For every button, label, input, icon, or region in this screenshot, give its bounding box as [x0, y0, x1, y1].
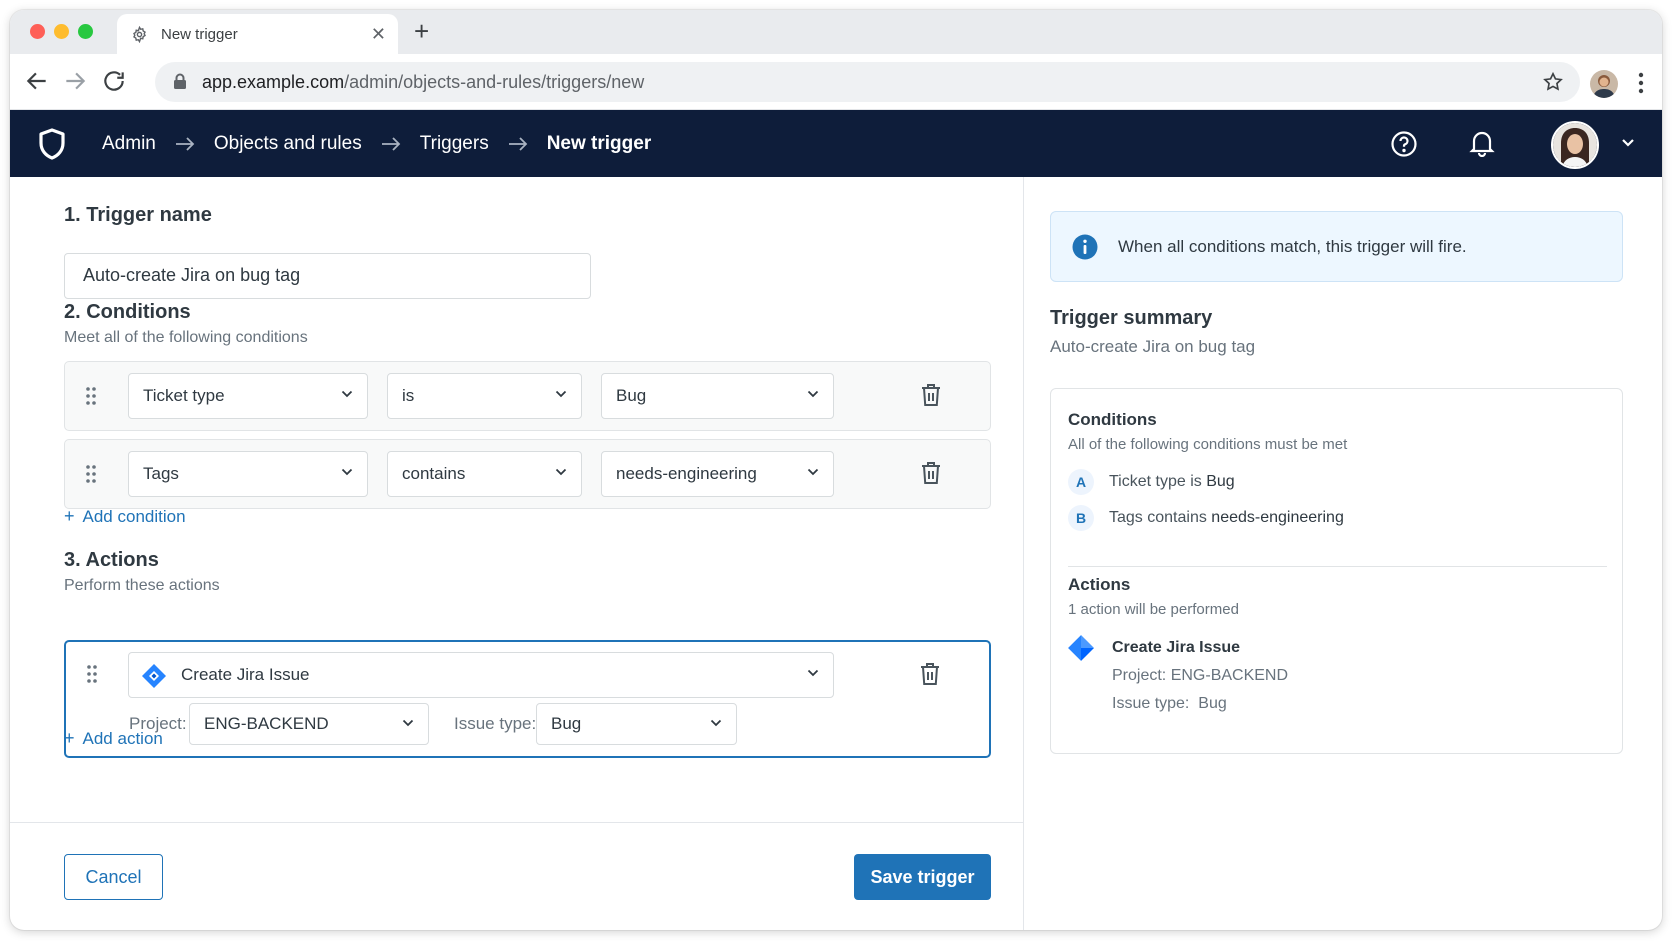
back-icon[interactable] — [24, 68, 50, 94]
info-text: When all conditions match, this trigger … — [1118, 237, 1467, 256]
card-divider — [1068, 566, 1607, 567]
summary-conditions-title: Conditions — [1068, 410, 1157, 429]
address-bar[interactable]: app.example.com/admin/objects-and-rules/… — [155, 62, 1580, 102]
browser-profile-avatar[interactable] — [1590, 70, 1618, 98]
section-title-actions: 3. Actions — [64, 549, 159, 571]
help-icon[interactable] — [1390, 130, 1418, 158]
arrow-right-icon — [381, 136, 400, 151]
forward-icon[interactable] — [62, 68, 88, 94]
trash-icon[interactable] — [919, 662, 941, 686]
reload-icon[interactable] — [101, 68, 127, 94]
breadcrumb-admin[interactable]: Admin — [102, 133, 156, 155]
condition-value-select[interactable]: Bug — [601, 373, 834, 419]
save-trigger-button[interactable]: Save trigger — [854, 854, 991, 900]
arrow-right-icon — [508, 136, 527, 151]
close-tab-icon[interactable]: ✕ — [371, 24, 386, 44]
condition-operator-select[interactable]: is — [387, 373, 582, 419]
summary-condition: Ticket type is Bug — [1109, 473, 1235, 490]
summary-condition: Tags contains needs-engineering — [1109, 509, 1344, 526]
add-action-link[interactable]: + Add action — [64, 728, 163, 749]
plus-icon: + — [64, 506, 75, 526]
chevron-down-icon — [341, 468, 353, 476]
footer-divider — [10, 822, 1023, 823]
cancel-button[interactable]: Cancel — [64, 854, 163, 900]
browser-toolbar: app.example.com/admin/objects-and-rules/… — [10, 54, 1662, 110]
issue-type-label: Issue type: — [454, 714, 537, 733]
drag-handle-icon[interactable] — [85, 386, 97, 406]
condition-row: Ticket type is Bug — [64, 361, 991, 431]
breadcrumb-objects-and-rules[interactable]: Objects and rules — [214, 133, 362, 155]
chevron-down-icon — [807, 669, 819, 677]
condition-field-select[interactable]: Tags — [128, 451, 368, 497]
tab-title: New trigger — [161, 26, 238, 43]
bell-icon[interactable] — [1469, 129, 1495, 157]
condition-operator-select[interactable]: contains — [387, 451, 582, 497]
section-title-conditions: 2. Conditions — [64, 301, 191, 323]
condition-field-select[interactable]: Ticket type — [128, 373, 368, 419]
project-select[interactable]: ENG-BACKEND — [189, 703, 429, 745]
conditions-subtitle: Meet all of the following conditions — [64, 329, 308, 346]
breadcrumb-new-trigger: New trigger — [546, 132, 652, 154]
url-text: app.example.com/admin/objects-and-rules/… — [202, 72, 645, 92]
summary-action-name: Create Jira Issue — [1112, 639, 1241, 656]
gear-icon — [133, 26, 146, 43]
summary-action-issue-type: Issue type: Bug — [1112, 695, 1227, 712]
arrow-right-icon — [175, 136, 195, 151]
lock-icon — [174, 73, 186, 89]
trash-icon[interactable] — [920, 461, 942, 485]
section-title-trigger-name: 1. Trigger name — [64, 204, 212, 226]
summary-card: Conditions All of the following conditio… — [1050, 388, 1623, 754]
chevron-down-icon — [807, 468, 819, 476]
chevron-down-icon — [555, 390, 567, 398]
chevron-down-icon — [555, 468, 567, 476]
add-condition-link[interactable]: + Add condition — [64, 506, 186, 527]
trash-icon[interactable] — [920, 383, 942, 407]
condition-badge: B — [1068, 505, 1094, 531]
summary-actions-subtitle: 1 action will be performed — [1068, 601, 1239, 618]
info-icon — [1072, 234, 1098, 260]
summary-conditions-subtitle: All of the following conditions must be … — [1068, 436, 1348, 453]
jira-diamond-icon — [142, 664, 166, 688]
plus-icon: + — [64, 728, 75, 748]
browser-window: New trigger ✕ + app.example.com/admin/ob… — [10, 10, 1662, 930]
condition-badge: A — [1068, 469, 1094, 495]
chevron-down-icon[interactable] — [1621, 138, 1635, 148]
close-window-button[interactable] — [30, 24, 45, 39]
chevron-down-icon — [341, 390, 353, 398]
summary-panel: When all conditions match, this trigger … — [1024, 177, 1662, 930]
drag-handle-icon[interactable] — [86, 664, 98, 684]
jira-diamond-icon — [1068, 635, 1094, 661]
more-vert-icon[interactable] — [1638, 72, 1644, 94]
chevron-down-icon — [807, 390, 819, 398]
browser-tab[interactable]: New trigger ✕ — [117, 14, 398, 55]
minimize-window-button[interactable] — [54, 24, 69, 39]
summary-actions-title: Actions — [1068, 575, 1131, 594]
trigger-form: 1. Trigger name Auto-create Jira on bug … — [10, 177, 1023, 930]
info-banner: When all conditions match, this trigger … — [1050, 211, 1623, 282]
trigger-name-input[interactable]: Auto-create Jira on bug tag — [64, 253, 591, 299]
action-card: Create Jira Issue Project: ENG-BACKEND I… — [64, 640, 991, 758]
chevron-down-icon — [710, 719, 722, 727]
condition-row: Tags contains needs-engineering — [64, 439, 991, 509]
action-type-select[interactable]: Create Jira Issue — [128, 652, 834, 698]
maximize-window-button[interactable] — [78, 24, 93, 39]
condition-value-select[interactable]: needs-engineering — [601, 451, 834, 497]
app-header: Admin Objects and rules Triggers New tri… — [10, 110, 1662, 177]
summary-title: Trigger summary — [1050, 307, 1213, 329]
tab-strip: New trigger ✕ + — [10, 10, 1662, 55]
issue-type-select[interactable]: Bug — [536, 703, 737, 745]
bookmark-star-icon[interactable] — [1542, 71, 1564, 93]
breadcrumb: Admin Objects and rules Triggers New tri… — [102, 110, 651, 177]
new-tab-button[interactable]: + — [414, 18, 429, 44]
actions-subtitle: Perform these actions — [64, 577, 220, 594]
drag-handle-icon[interactable] — [85, 464, 97, 484]
summary-action-project: Project: ENG-BACKEND — [1112, 667, 1289, 684]
breadcrumb-triggers[interactable]: Triggers — [420, 133, 489, 155]
user-avatar[interactable] — [1551, 121, 1599, 169]
chevron-down-icon — [402, 719, 414, 727]
summary-trigger-name: Auto-create Jira on bug tag — [1050, 337, 1256, 356]
shield-logo-icon[interactable] — [38, 128, 66, 160]
